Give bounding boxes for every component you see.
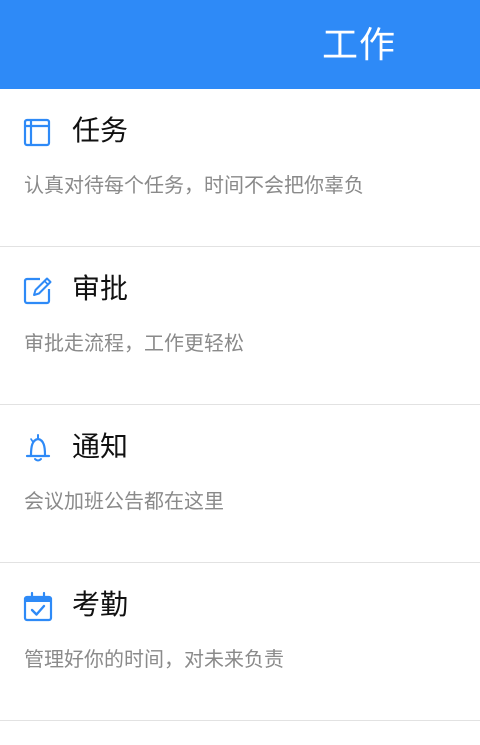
calendar-check-icon bbox=[22, 591, 54, 623]
menu-item-description: 会议加班公告都在这里 bbox=[24, 489, 224, 513]
menu-item-description: 管理好你的时间，对未来负责 bbox=[24, 647, 284, 671]
page-title: 工作 bbox=[322, 25, 397, 66]
bell-icon bbox=[22, 433, 54, 465]
menu-item-notice[interactable]: 通知 会议加班公告都在这里 bbox=[0, 405, 480, 563]
menu-item-task[interactable]: 任务 认真对待每个任务，时间不会把你辜负 bbox=[0, 89, 480, 247]
menu-item-attendance[interactable]: 考勤 管理好你的时间，对未来负责 bbox=[0, 563, 480, 721]
menu-item-title: 考勤 bbox=[72, 588, 129, 621]
menu-item-title: 审批 bbox=[72, 272, 129, 305]
menu-item-approval[interactable]: 审批 审批走流程，工作更轻松 bbox=[0, 247, 480, 405]
menu-item-description: 审批走流程，工作更轻松 bbox=[24, 331, 244, 355]
menu-item-description: 认真对待每个任务，时间不会把你辜负 bbox=[24, 173, 364, 197]
menu-item-title: 任务 bbox=[72, 114, 129, 147]
work-menu-list: 任务 认真对待每个任务，时间不会把你辜负 审批 审批走流程，工作更轻松 通知 会… bbox=[0, 89, 480, 721]
task-icon bbox=[22, 117, 54, 149]
menu-item-title: 通知 bbox=[72, 430, 129, 463]
approval-edit-icon bbox=[22, 275, 54, 307]
app-header: 工作 bbox=[0, 0, 480, 89]
